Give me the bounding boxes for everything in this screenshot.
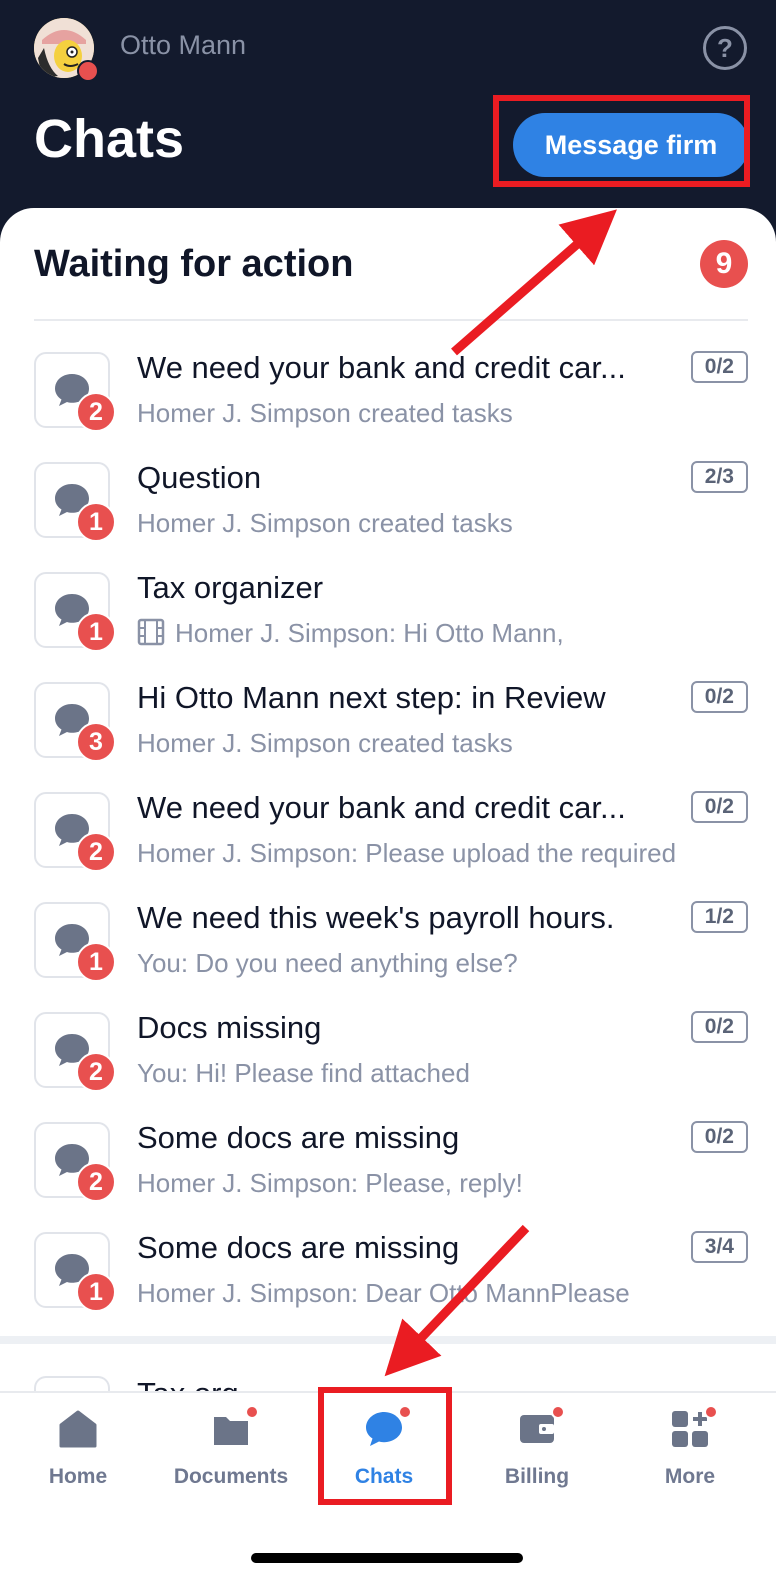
chat-last-message: Homer J. Simpson created tasks [137, 398, 513, 429]
chat-last-message: Homer J. Simpson: Please, reply! [137, 1168, 523, 1199]
chat-list-item[interactable]: 1 We need this week's payroll hours. You: … [0, 898, 776, 1010]
help-circle-icon[interactable]: ? [703, 26, 747, 70]
chat-last-message-text: Homer J. Simpson: Dear Otto MannPlease [137, 1278, 630, 1308]
tab-billing[interactable]: Billing [467, 1393, 607, 1503]
unread-count-badge: 1 [76, 1272, 116, 1312]
task-progress-badge: 0/2 [690, 1121, 748, 1153]
chat-last-message-text: Homer J. Simpson: Hi Otto Mann, [175, 618, 564, 648]
tab-label: More [664, 1465, 716, 1488]
tab-home[interactable]: Home [8, 1393, 148, 1503]
chat-last-message: Homer J. Simpson created tasks [137, 508, 513, 539]
section-count-badge: 9 [700, 240, 748, 288]
chat-list-item[interactable]: 1 Question Homer J. Simpson created tasks 2… [0, 458, 776, 570]
annotation-highlight-message-firm [493, 95, 750, 187]
chat-last-message-text: Homer J. Simpson: Please, reply! [137, 1168, 523, 1198]
notification-dot [704, 1405, 718, 1419]
chat-title: Hi Otto Mann next step: in Review [137, 680, 606, 715]
section-separator [0, 1336, 776, 1344]
section-title: Waiting for action [34, 243, 354, 285]
chat-last-message: Homer J. Simpson: Hi Otto Mann, [137, 618, 564, 653]
home-icon [58, 1409, 98, 1449]
chat-title: We need this week's payroll hours. [137, 900, 615, 935]
chat-title: Some docs are missing [137, 1120, 460, 1155]
divider [34, 319, 748, 321]
chat-last-message: You: Hi! Please find attached [137, 1058, 470, 1089]
attachment-file-icon [137, 618, 165, 653]
tab-more[interactable]: More [620, 1393, 760, 1503]
chat-title: We need your bank and credit car... [137, 790, 626, 825]
task-progress-badge: 3/4 [690, 1231, 748, 1263]
annotation-highlight-chats-tab [318, 1387, 452, 1505]
chat-title: Tax organizer [137, 570, 324, 605]
chat-title: Docs missing [137, 1010, 322, 1045]
chat-last-message-text: You: Do you need anything else? [137, 948, 518, 978]
chat-list-item[interactable]: 2 We need your bank and credit car... Home… [0, 348, 776, 460]
unread-count-badge: 1 [76, 502, 116, 542]
task-progress-badge: 1/2 [690, 901, 748, 933]
chat-list-item[interactable]: 1 Tax organizer Homer J. Simpson: Hi Otto … [0, 568, 776, 680]
status-dot [77, 60, 99, 82]
chat-last-message-text: You: Hi! Please find attached [137, 1058, 470, 1088]
chat-last-message-text: Homer J. Simpson created tasks [137, 398, 513, 428]
user-name: Otto Mann [120, 30, 247, 60]
chat-list-item[interactable]: 2 We need your bank and credit car... Home… [0, 788, 776, 900]
page-title: Chats [34, 109, 185, 169]
tab-label: Documents [173, 1465, 289, 1488]
unread-count-badge: 2 [76, 1162, 116, 1202]
chat-list-item[interactable]: 1 Some docs are missing Homer J. Simpson: … [0, 1228, 776, 1340]
chat-title: Question [137, 460, 262, 495]
chat-list-item[interactable]: 2 Docs missing You: Hi! Please find attach… [0, 1008, 776, 1120]
unread-count-badge: 3 [76, 722, 116, 762]
chat-last-message: Homer J. Simpson created tasks [137, 728, 513, 759]
tab-documents[interactable]: Documents [161, 1393, 301, 1503]
chat-title: Some docs are missing [137, 1230, 460, 1265]
chat-last-message: Homer J. Simpson: Please upload the requ… [137, 838, 676, 869]
task-progress-badge: 0/2 [690, 1011, 748, 1043]
unread-count-badge: 2 [76, 1052, 116, 1092]
chat-last-message: Homer J. Simpson: Dear Otto MannPlease [137, 1278, 630, 1309]
chat-last-message-text: Homer J. Simpson created tasks [137, 728, 513, 758]
chat-list-item[interactable]: 3 Hi Otto Mann next step: in Review Homer … [0, 678, 776, 790]
home-indicator [251, 1553, 523, 1563]
chat-last-message: You: Do you need anything else? [137, 948, 518, 979]
task-progress-badge: 0/2 [690, 351, 748, 383]
unread-count-badge: 2 [76, 832, 116, 872]
unread-count-badge: 2 [76, 392, 116, 432]
task-progress-badge: 0/2 [690, 791, 748, 823]
notification-dot [551, 1405, 565, 1419]
tab-label: Billing [504, 1465, 570, 1488]
task-progress-badge: 0/2 [690, 681, 748, 713]
notification-dot [245, 1405, 259, 1419]
chat-last-message-text: Homer J. Simpson: Please upload the requ… [137, 838, 677, 868]
chat-last-message-text: Homer J. Simpson created tasks [137, 508, 513, 538]
chat-list-item[interactable]: 2 Some docs are missing Homer J. Simpson: … [0, 1118, 776, 1230]
task-progress-badge: 2/3 [690, 461, 748, 493]
chat-title: We need your bank and credit car... [137, 350, 626, 385]
tab-label: Home [48, 1465, 108, 1488]
unread-count-badge: 1 [76, 612, 116, 652]
unread-count-badge: 1 [76, 942, 116, 982]
